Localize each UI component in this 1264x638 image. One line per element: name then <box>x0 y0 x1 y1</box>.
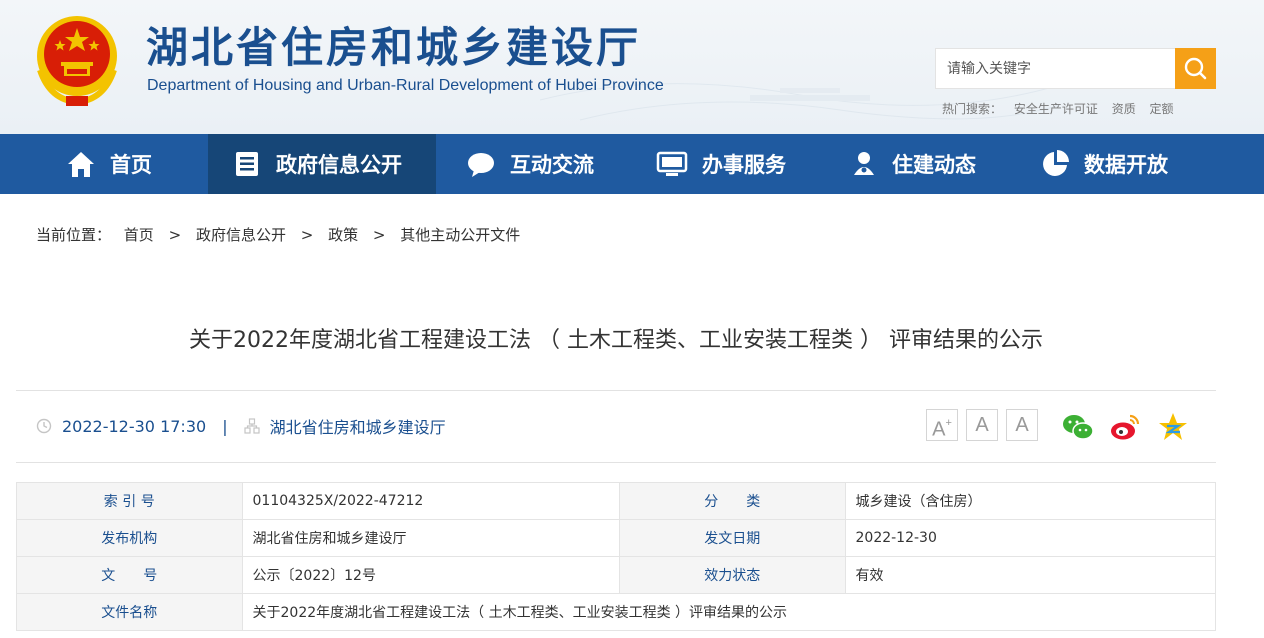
info-key: 发文日期 <box>618 519 846 557</box>
qzone-icon[interactable] <box>1156 410 1190 444</box>
table-row: 文件名称 关于2022年度湖北省工程建设工法（ 土木工程类、工业安装工程类 ）评… <box>16 593 1217 631</box>
info-key: 文件名称 <box>16 593 243 631</box>
font-size-label: A <box>975 414 989 436</box>
info-value: 01104325X/2022-47212 <box>241 482 620 520</box>
table-row: 索 引 号 01104325X/2022-47212 分 类 城乡建设（含住房） <box>16 482 1216 520</box>
table-row: 发布机构 湖北省住房和城乡建设厅 发文日期 2022-12-30 <box>16 519 1216 557</box>
site-header: 湖北省住房和城乡建设厅 Department of Housing and Ur… <box>0 0 1264 134</box>
article-source: 湖北省住房和城乡建设厅 <box>269 418 446 437</box>
hot-search-label: 热门搜索： <box>942 102 1003 116</box>
divider <box>16 462 1216 463</box>
info-value: 关于2022年度湖北省工程建设工法（ 土木工程类、工业安装工程类 ）评审结果的公… <box>241 593 1217 631</box>
info-value: 公示〔2022〕12号 <box>241 556 620 594</box>
breadcrumb-item-home[interactable]: 首页 <box>124 226 154 244</box>
search-button[interactable] <box>1175 48 1216 89</box>
hot-search-term[interactable]: 安全生产许可证 <box>1014 102 1098 116</box>
font-size-default-button[interactable]: A <box>966 409 998 441</box>
hot-search-term[interactable]: 定额 <box>1150 102 1174 116</box>
nav-item-services[interactable]: 办事服务 <box>656 134 786 194</box>
nav-item-label: 住建动态 <box>892 153 976 177</box>
site-title: 湖北省住房和城乡建设厅 <box>146 23 642 72</box>
wechat-icon[interactable] <box>1061 410 1095 444</box>
font-size-label: A <box>1015 414 1029 436</box>
info-key: 文 号 <box>16 556 243 594</box>
publish-datetime: 2022-12-30 17:30 <box>62 416 207 436</box>
nav-item-interaction[interactable]: 互动交流 <box>466 134 594 194</box>
hot-search: 热门搜索： 安全生产许可证 资质 定额 <box>942 100 1184 117</box>
meta-divider: | <box>222 416 228 436</box>
search-icon <box>1184 57 1207 80</box>
nav-item-home[interactable]: 首页 <box>66 134 152 194</box>
nav-item-label: 互动交流 <box>510 153 594 177</box>
document-list-icon <box>236 152 258 176</box>
font-plus-sign: + <box>945 417 952 429</box>
breadcrumb-item-policy[interactable]: 政策 <box>328 226 358 244</box>
info-value: 湖北省住房和城乡建设厅 <box>241 519 620 557</box>
article-title: 关于2022年度湖北省工程建设工法 （ 土木工程类、工业安装工程类 ） 评审结果… <box>189 328 1043 353</box>
nav-item-label: 数据开放 <box>1084 153 1168 177</box>
breadcrumb-item-other-files[interactable]: 其他主动公开文件 <box>400 226 520 244</box>
info-key: 发布机构 <box>16 519 243 557</box>
breadcrumb-separator: > <box>372 226 386 244</box>
info-key: 分 类 <box>618 482 846 520</box>
font-size-increase-button[interactable]: A+ <box>926 409 958 441</box>
breadcrumb-item-gov-info[interactable]: 政府信息公开 <box>196 226 286 244</box>
hot-search-term[interactable]: 资质 <box>1112 102 1136 116</box>
nav-item-label: 政府信息公开 <box>276 153 402 177</box>
clock-icon <box>36 418 52 434</box>
nav-item-gov-info[interactable]: 政府信息公开 <box>208 134 436 194</box>
nav-item-label: 办事服务 <box>702 153 786 177</box>
search-box <box>935 48 1216 89</box>
info-key: 索 引 号 <box>16 482 243 520</box>
main-nav: 首页 政府信息公开 互动交流 办事服务 住建动态 数据开放 <box>0 134 1264 194</box>
info-value: 有效 <box>844 556 1216 594</box>
font-size-label: A <box>932 418 946 441</box>
breadcrumb-separator: > <box>168 226 182 244</box>
info-value: 2022-12-30 <box>844 519 1216 557</box>
search-input[interactable] <box>936 49 1176 88</box>
national-emblem-icon <box>37 16 117 106</box>
nav-item-label: 首页 <box>110 153 152 177</box>
nav-item-news[interactable]: 住建动态 <box>850 134 976 194</box>
site-subtitle: Department of Housing and Urban-Rural De… <box>147 77 664 94</box>
org-icon <box>243 418 260 434</box>
table-row: 文 号 公示〔2022〕12号 效力状态 有效 <box>16 556 1216 594</box>
person-icon <box>854 152 874 175</box>
nav-item-open-data[interactable]: 数据开放 <box>1040 134 1168 194</box>
home-icon <box>68 152 94 177</box>
pie-chart-icon <box>1043 150 1069 176</box>
breadcrumb-label: 当前位置： <box>36 226 112 244</box>
monitor-icon <box>656 151 688 176</box>
chat-bubble-icon <box>468 153 494 177</box>
breadcrumb: 当前位置： 首页 > 政府信息公开 > 政策 > 其他主动公开文件 <box>36 224 520 245</box>
article-meta: 2022-12-30 17:30 | 湖北省住房和城乡建设厅 <box>36 414 446 438</box>
divider <box>16 390 1216 391</box>
document-info-table: 索 引 号 01104325X/2022-47212 分 类 城乡建设（含住房）… <box>16 482 1217 631</box>
weibo-icon[interactable] <box>1108 410 1142 444</box>
breadcrumb-separator: > <box>300 226 314 244</box>
info-key: 效力状态 <box>618 556 846 594</box>
font-size-decrease-button[interactable]: A <box>1006 409 1038 441</box>
info-value: 城乡建设（含住房） <box>844 482 1216 520</box>
